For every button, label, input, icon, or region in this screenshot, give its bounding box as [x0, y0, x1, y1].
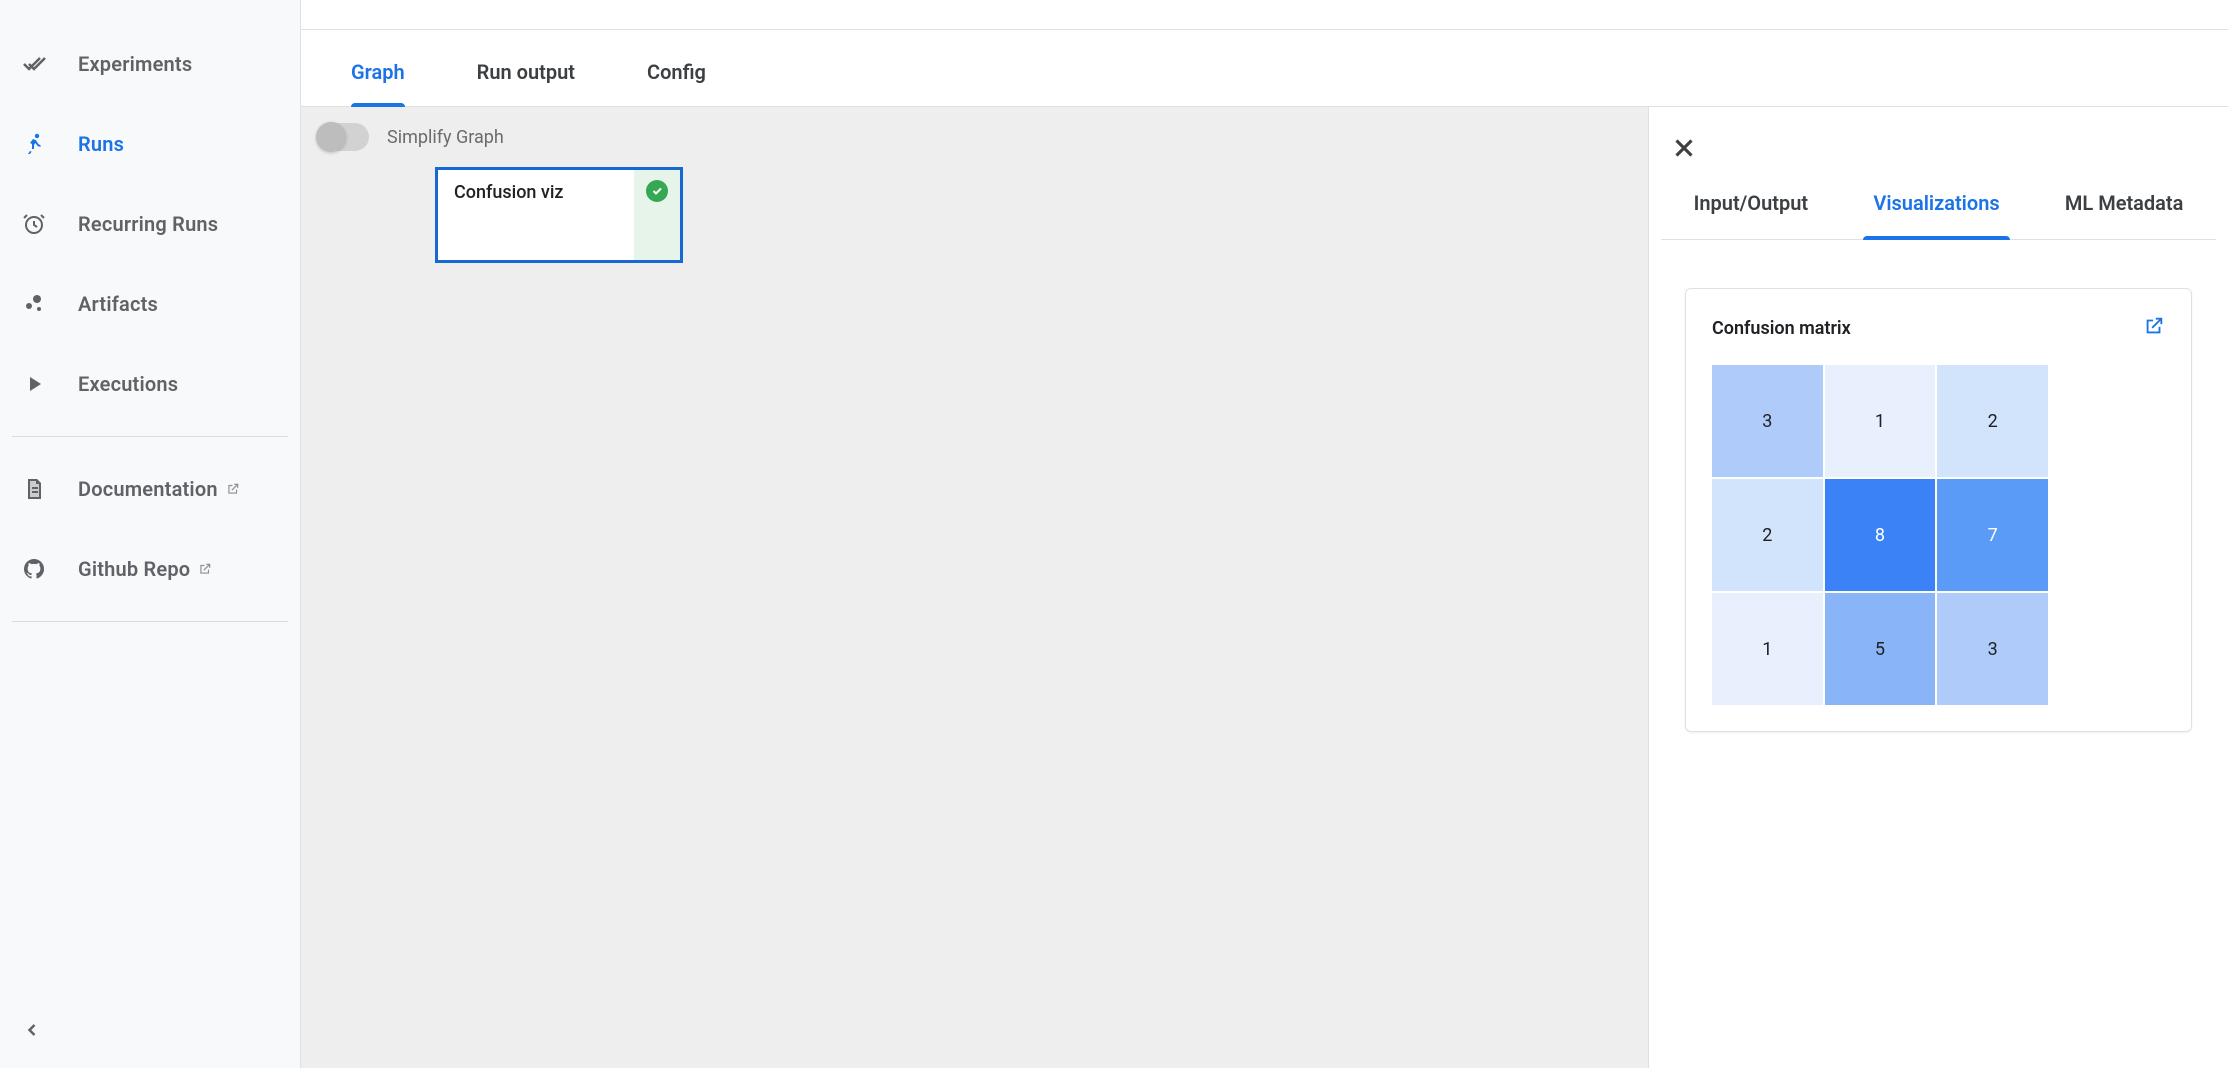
- alarm-icon: [22, 212, 46, 236]
- sidebar-item-recurring-runs[interactable]: Recurring Runs: [0, 184, 300, 264]
- run-tabs: Graph Run output Config: [301, 30, 2228, 107]
- document-icon: [22, 477, 46, 501]
- matrix-cell: 1: [1712, 593, 1823, 705]
- sidebar-item-documentation[interactable]: Documentation: [0, 449, 300, 529]
- sidebar: Experiments Runs Recurring Runs Artifact…: [0, 0, 300, 1068]
- external-link-icon: [198, 557, 212, 581]
- graph-node-title: Confusion viz: [438, 170, 634, 260]
- sidebar-item-label: Recurring Runs: [78, 212, 218, 236]
- sidebar-item-label: Runs: [78, 132, 124, 156]
- sidebar-item-label: Github Repo: [78, 557, 212, 581]
- matrix-cell: 1: [1825, 365, 1936, 477]
- graph-canvas[interactable]: Simplify Graph Confusion viz: [301, 107, 1648, 1068]
- sidebar-item-label: Executions: [78, 372, 178, 396]
- sidebar-item-runs[interactable]: Runs: [0, 104, 300, 184]
- tab-config[interactable]: Config: [647, 60, 706, 106]
- sidebar-item-experiments[interactable]: Experiments: [0, 24, 300, 104]
- topbar: [301, 0, 2228, 30]
- confusion-matrix-heatmap: 312287153: [1712, 365, 2048, 705]
- external-link-icon: [226, 477, 240, 501]
- checkmark-icon: [646, 180, 668, 202]
- panel-tab-visualizations[interactable]: Visualizations: [1869, 173, 2003, 239]
- detail-panel: Input/Output Visualizations ML Metadata …: [1648, 107, 2228, 1068]
- matrix-cell: 8: [1825, 479, 1936, 591]
- sidebar-collapse-button[interactable]: [0, 996, 300, 1068]
- graph-node-status: [634, 170, 680, 260]
- main: Graph Run output Config Simplify Graph C…: [300, 0, 2228, 1068]
- matrix-cell: 3: [1712, 365, 1823, 477]
- github-icon: [22, 557, 46, 581]
- sidebar-item-label: Documentation: [78, 477, 240, 501]
- simplify-graph-label: Simplify Graph: [387, 127, 504, 148]
- panel-tabs: Input/Output Visualizations ML Metadata: [1661, 173, 2216, 240]
- tab-graph[interactable]: Graph: [351, 60, 405, 106]
- graph-node-confusion-viz[interactable]: Confusion viz: [435, 167, 683, 263]
- tab-run-output[interactable]: Run output: [477, 60, 575, 106]
- divider: [12, 436, 288, 437]
- matrix-cell: 7: [1937, 479, 2048, 591]
- sidebar-item-label: Experiments: [78, 52, 192, 76]
- matrix-cell: 2: [1937, 365, 2048, 477]
- sidebar-item-executions[interactable]: Executions: [0, 344, 300, 424]
- runs-icon: [22, 132, 46, 156]
- play-icon: [22, 372, 46, 396]
- divider: [12, 621, 288, 622]
- close-button[interactable]: [1669, 133, 1699, 163]
- sidebar-item-label: Artifacts: [78, 292, 158, 316]
- bubble-chart-icon: [22, 292, 46, 316]
- sidebar-item-artifacts[interactable]: Artifacts: [0, 264, 300, 344]
- matrix-cell: 5: [1825, 593, 1936, 705]
- confusion-matrix-card: Confusion matrix 312287153: [1685, 288, 2192, 732]
- panel-tab-ml-metadata[interactable]: ML Metadata: [2061, 173, 2187, 239]
- matrix-cell: 3: [1937, 593, 2048, 705]
- experiments-icon: [22, 52, 46, 76]
- panel-tab-io[interactable]: Input/Output: [1690, 173, 1812, 239]
- open-in-new-icon[interactable]: [2143, 315, 2165, 341]
- card-title: Confusion matrix: [1712, 318, 1851, 339]
- matrix-cell: 2: [1712, 479, 1823, 591]
- sidebar-item-github-repo[interactable]: Github Repo: [0, 529, 300, 609]
- simplify-graph-toggle[interactable]: [317, 123, 369, 151]
